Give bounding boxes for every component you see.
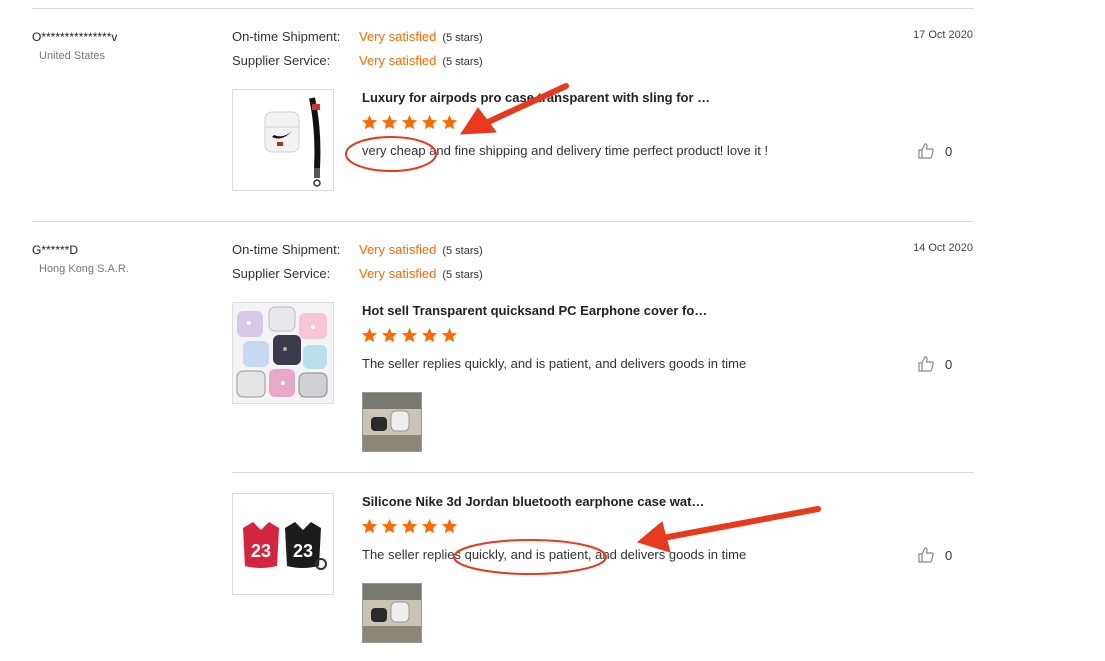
review-photo[interactable] [362,392,422,452]
star-icon [361,518,378,534]
star-rating [361,518,458,538]
star-icon [381,114,398,130]
helpful-button[interactable]: 0 [917,546,952,564]
star-icon [441,518,458,534]
buyer-name: O***************v [32,30,118,44]
thumbs-up-icon [918,547,934,563]
feedback-text: very cheap and fine shipping and deliver… [362,143,769,158]
product-title[interactable]: Silicone Nike 3d Jordan bluetooth earpho… [362,494,704,509]
supplier-service-rating: Supplier Service: Very satisfied (5 stars) [232,52,483,70]
rating-label: On-time Shipment: [232,242,341,257]
thumbs-up-icon [918,356,934,372]
helpful-count: 0 [945,356,953,372]
ontime-shipment-rating: On-time Shipment: Very satisfied (5 stars) [232,241,483,259]
star-icon [441,327,458,343]
rating-stars-text: (5 stars) [442,245,483,257]
product-thumbnail[interactable]: OFF-WHITE [232,89,334,191]
rating-value: Very satisfied [359,266,437,281]
buyer-country: United States [39,50,106,62]
product-title[interactable]: Luxury for airpods pro case transparent … [362,90,710,105]
star-icon [381,327,398,343]
star-icon [421,114,438,130]
ontime-shipment-rating: On-time Shipment: Very satisfied (5 stars) [232,28,483,46]
star-icon [361,114,378,130]
star-icon [421,518,438,534]
star-icon [421,327,438,343]
jersey-number: 23 [251,541,271,561]
feedback-text: The seller replies quickly, and is patie… [362,356,747,371]
product-thumbnail[interactable]: 23 23 [232,493,334,595]
rating-value: Very satisfied [359,242,437,257]
helpful-count: 0 [945,143,953,159]
buyer-name: G******D [32,243,79,257]
thumbs-up-icon [918,143,934,159]
rating-label: Supplier Service: [232,266,331,281]
review-photo[interactable] [362,583,422,643]
star-icon [441,114,458,130]
review-date: 17 Oct 2020 [913,29,973,41]
jersey-number: 23 [293,541,313,561]
annotation-arrow-head [460,107,497,135]
rating-value: Very satisfied [359,53,437,68]
feedback-text: The seller replies quickly, and is patie… [362,547,747,562]
rating-value: Very satisfied [359,29,437,44]
rating-label: On-time Shipment: [232,29,341,44]
star-rating [361,114,458,134]
star-icon [361,327,378,343]
star-rating [361,327,458,347]
star-icon [401,114,418,130]
star-icon [401,518,418,534]
rating-stars-text: (5 stars) [442,32,483,44]
rating-label: Supplier Service: [232,53,331,68]
annotation-arrow [665,506,821,540]
buyer-country: Hong Kong S.A.R. [39,263,129,275]
review-date: 14 Oct 2020 [913,242,973,254]
rating-stars-text: (5 stars) [442,269,483,281]
helpful-button[interactable]: 0 [917,355,952,373]
supplier-service-rating: Supplier Service: Very satisfied (5 stars) [232,265,483,283]
divider [32,8,974,9]
helpful-count: 0 [945,547,953,563]
divider [232,472,974,473]
product-title[interactable]: Hot sell Transparent quicksand PC Earpho… [362,303,707,318]
star-icon [381,518,398,534]
divider [32,221,974,222]
star-icon [401,327,418,343]
rating-stars-text: (5 stars) [442,56,483,68]
product-thumbnail[interactable] [232,302,334,404]
helpful-button[interactable]: 0 [917,142,952,160]
